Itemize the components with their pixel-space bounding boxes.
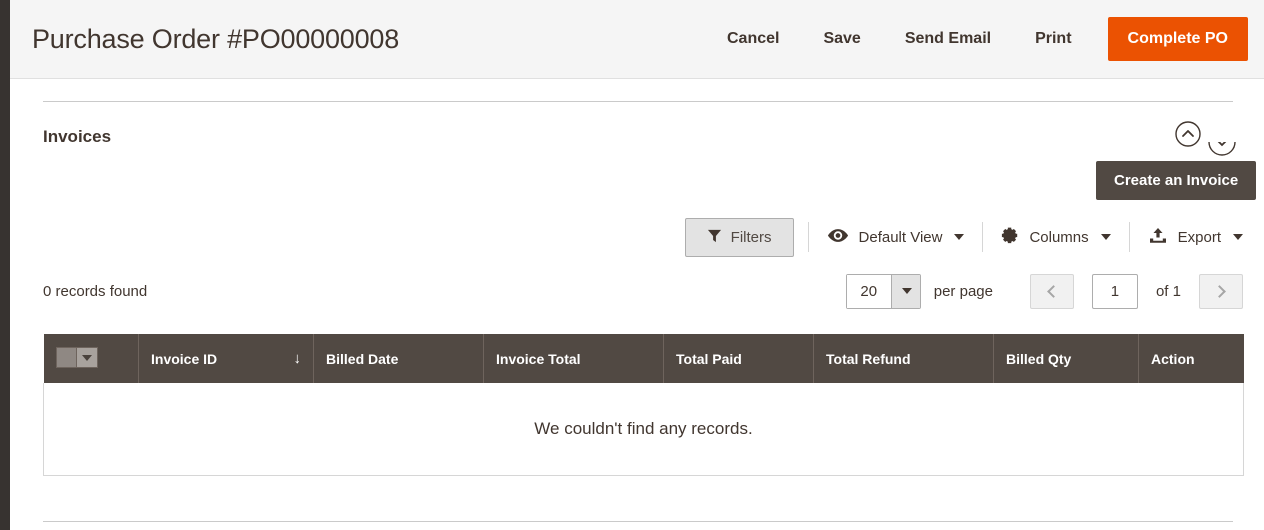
empty-row: We couldn't find any records. — [43, 383, 1244, 476]
select-all-control[interactable] — [55, 347, 98, 368]
columns-selector[interactable]: Columns — [983, 221, 1128, 253]
total-pages-label: of 1 — [1155, 282, 1181, 300]
table-header: Invoice ID ↓ Billed Date Invoice Total T… — [43, 334, 1244, 383]
select-all-column[interactable] — [43, 334, 139, 383]
invoices-table: Invoice ID ↓ Billed Date Invoice Total T… — [43, 334, 1244, 476]
page-content: Invoices Create an Invoice Filters Defau… — [10, 79, 1264, 530]
column-label: Invoice ID — [151, 350, 218, 367]
page-number-input[interactable] — [1091, 273, 1138, 309]
grid-pager-row: 0 records found 20 per page of 1 — [43, 271, 1243, 311]
column-label: Billed Qty — [1006, 350, 1072, 367]
select-all-checkbox[interactable] — [56, 348, 77, 367]
send-email-button[interactable]: Send Email — [883, 20, 1013, 58]
column-label: Action — [1151, 350, 1195, 367]
billed-qty-column[interactable]: Billed Qty — [993, 334, 1139, 383]
section-divider-bottom — [43, 521, 1233, 522]
section-divider-top — [43, 101, 1233, 102]
column-label: Total Paid — [676, 350, 742, 367]
complete-po-button[interactable]: Complete PO — [1107, 17, 1248, 61]
billed-date-column[interactable]: Billed Date — [313, 334, 484, 383]
invoice-total-column[interactable]: Invoice Total — [483, 334, 664, 383]
invoice-id-column[interactable]: Invoice ID ↓ — [138, 334, 314, 383]
per-page-label: per page — [933, 282, 993, 300]
cancel-button[interactable]: Cancel — [705, 20, 801, 58]
filters-label: Filters — [730, 228, 772, 246]
default-view-selector[interactable]: Default View — [809, 221, 983, 253]
total-paid-column[interactable]: Total Paid — [663, 334, 814, 383]
total-refund-column[interactable]: Total Refund — [813, 334, 994, 383]
print-button[interactable]: Print — [1013, 20, 1093, 58]
page-title: Purchase Order #PO00000008 — [32, 23, 400, 54]
page-header: Purchase Order #PO00000008 Cancel Save S… — [10, 0, 1264, 79]
column-label: Total Refund — [826, 350, 911, 367]
next-page-button[interactable] — [1199, 273, 1243, 309]
chevron-down-icon — [1233, 234, 1243, 240]
per-page-value: 20 — [846, 274, 891, 308]
default-view-label: Default View — [858, 228, 943, 246]
create-invoice-button[interactable]: Create an Invoice — [1096, 161, 1257, 200]
header-actions: Cancel Save Send Email Print Complete PO — [705, 17, 1248, 61]
save-button[interactable]: Save — [801, 20, 882, 58]
admin-side-rail — [0, 0, 10, 530]
columns-label: Columns — [1029, 228, 1089, 246]
column-label: Billed Date — [326, 350, 399, 367]
eye-icon — [827, 228, 849, 247]
funnel-icon — [707, 228, 722, 247]
chevron-left-icon — [1047, 284, 1060, 298]
invoices-section-header: Invoices — [43, 119, 1243, 155]
table-header-row: Invoice ID ↓ Billed Date Invoice Total T… — [43, 334, 1244, 383]
export-upload-icon — [1148, 227, 1168, 248]
export-selector[interactable]: Export — [1130, 221, 1243, 253]
select-all-dropdown-icon[interactable] — [76, 348, 97, 367]
previous-page-button[interactable] — [1029, 273, 1074, 309]
chevron-up-circle-icon[interactable] — [1175, 121, 1201, 147]
per-page-select[interactable]: 20 — [845, 273, 921, 309]
records-found-label: 0 records found — [43, 282, 148, 300]
purchase-order-page: Purchase Order #PO00000008 Cancel Save S… — [0, 0, 1264, 530]
chevron-down-icon — [954, 234, 965, 240]
gear-icon — [1001, 226, 1019, 248]
pager-controls: 20 per page of 1 — [845, 273, 1243, 309]
chevron-right-icon — [1213, 284, 1226, 298]
export-label: Export — [1177, 228, 1221, 246]
grid-toolbar: Filters Default View Columns Export — [43, 217, 1243, 257]
sort-descending-icon: ↓ — [293, 350, 302, 367]
invoices-grid: Invoice ID ↓ Billed Date Invoice Total T… — [43, 334, 1244, 476]
action-column: Action — [1138, 334, 1244, 383]
column-label: Invoice Total — [496, 350, 581, 367]
chevron-down-icon — [1100, 234, 1111, 240]
chevron-down-icon — [890, 274, 920, 308]
table-body: We couldn't find any records. — [43, 383, 1244, 476]
empty-message: We couldn't find any records. — [43, 383, 1244, 476]
section-title: Invoices — [43, 127, 112, 146]
filters-button[interactable]: Filters — [684, 217, 794, 257]
